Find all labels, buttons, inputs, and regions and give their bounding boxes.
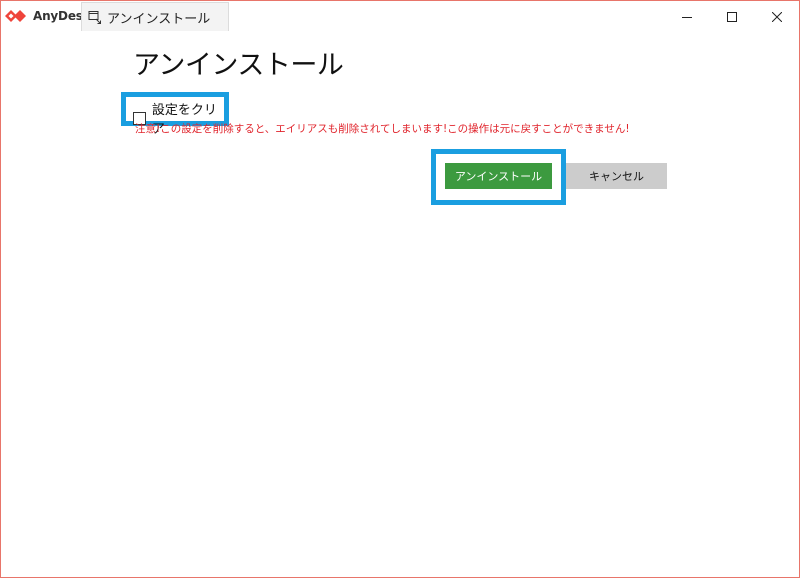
anydesk-logo-icon — [5, 9, 27, 23]
uninstall-window: AnyDesk アンインストール アンインストール 設定をクリア 注意!この設定… — [0, 0, 800, 578]
close-icon — [771, 7, 782, 26]
page-title: アンインストール — [133, 50, 344, 81]
tab-label: アンインストール — [107, 11, 211, 27]
cancel-button[interactable]: キャンセル — [566, 163, 667, 189]
minimize-button[interactable] — [664, 1, 709, 31]
brand: AnyDesk — [5, 7, 91, 25]
minimize-icon — [681, 7, 692, 26]
tab-uninstall[interactable]: アンインストール — [81, 2, 229, 31]
uninstall-button[interactable]: アンインストール — [445, 163, 552, 189]
uninstall-icon — [88, 10, 102, 24]
maximize-icon — [726, 7, 737, 26]
uninstall-button-highlight: アンインストール — [431, 149, 566, 205]
window-controls — [664, 1, 799, 31]
warning-text: 注意!この設定を削除すると、エイリアスも削除されてしまいます!この操作は元に戻す… — [135, 123, 630, 135]
main-content: アンインストール 設定をクリア 注意!この設定を削除すると、エイリアスも削除され… — [1, 31, 799, 577]
title-bar: AnyDesk アンインストール — [1, 1, 799, 31]
maximize-button[interactable] — [709, 1, 754, 31]
close-button[interactable] — [754, 1, 799, 31]
